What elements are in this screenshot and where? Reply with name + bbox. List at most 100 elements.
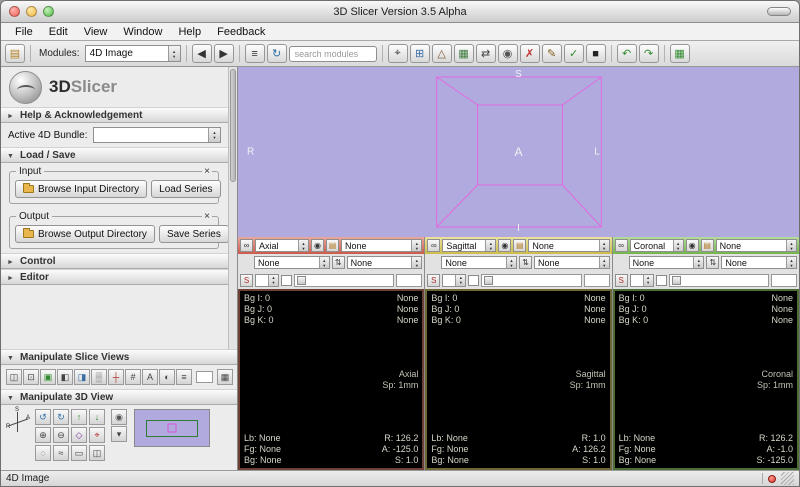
section-editor[interactable]: Editor (1, 269, 228, 285)
menu-feedback[interactable]: Feedback (209, 26, 273, 38)
label-visibility-button[interactable]: ▣ (40, 369, 56, 385)
annotations-button[interactable]: A (142, 369, 158, 385)
coronal-background-select[interactable]: None (629, 256, 705, 269)
spin-button[interactable]: ◌ (35, 445, 51, 461)
slice-label-icon[interactable]: S (427, 274, 440, 287)
sagittal-visible-checkbox[interactable] (468, 275, 479, 286)
module-search-input[interactable] (289, 46, 377, 62)
rotate-right-button[interactable]: ↻ (53, 409, 69, 425)
axial-mode-select[interactable] (255, 274, 279, 287)
view-axes-widget[interactable]: S R A (6, 409, 30, 435)
look-from-button[interactable]: ◇ (71, 427, 87, 443)
slice-visibility-icon[interactable]: ◉ (686, 239, 699, 252)
view3d-navigation-thumbnail[interactable] (134, 409, 210, 447)
stepper-icon[interactable] (268, 275, 278, 286)
slice-options-icon[interactable]: ▤ (326, 239, 339, 252)
active-bundle-combobox[interactable] (93, 127, 222, 143)
module-next-button[interactable]: ▶ (214, 44, 234, 63)
save-series-button[interactable]: Save Series (159, 225, 229, 243)
sagittal-offset-entry[interactable] (584, 274, 610, 287)
interpolation-button[interactable]: ▒ (91, 369, 107, 385)
slice-label-icon[interactable]: S (240, 274, 253, 287)
slice-options-icon[interactable]: ▤ (513, 239, 526, 252)
screenshot-3d-button[interactable]: ◉ (111, 409, 127, 425)
axial-foreground-select[interactable]: None (341, 239, 422, 252)
input-close-icon[interactable] (202, 167, 212, 177)
table-view-button[interactable]: ▦ (670, 44, 690, 63)
models-button[interactable]: △ (432, 44, 452, 63)
axial-offset-entry[interactable] (396, 274, 422, 287)
swap-layers-icon[interactable]: ⇅ (706, 256, 719, 269)
orthographic-button[interactable]: ▭ (71, 445, 87, 461)
crosshair-button[interactable]: ┼ (108, 369, 124, 385)
axial-label-select[interactable]: None (347, 256, 423, 269)
view-select-button[interactable]: ▾ (111, 426, 127, 442)
volumes-button[interactable]: ▦ (454, 44, 474, 63)
menu-file[interactable]: File (7, 26, 41, 38)
axial-visible-checkbox[interactable] (281, 275, 292, 286)
sagittal-background-select[interactable]: None (441, 256, 517, 269)
resize-grip[interactable] (781, 472, 794, 485)
load-scene-button[interactable]: ▤ (5, 44, 25, 63)
coronal-orientation-select[interactable]: Coronal (630, 239, 684, 252)
menu-help[interactable]: Help (170, 26, 209, 38)
slice-options-icon[interactable]: ▤ (701, 239, 714, 252)
slice-opacity-slider[interactable] (196, 371, 213, 383)
stepper-icon[interactable] (208, 128, 220, 142)
coronal-visible-checkbox[interactable] (656, 275, 667, 286)
link-slices-icon[interactable]: ∞ (240, 239, 253, 252)
feedback-indicator-icon[interactable] (768, 475, 776, 483)
menu-edit[interactable]: Edit (41, 26, 76, 38)
layout-button[interactable]: ⊞ (410, 44, 430, 63)
stereo-button[interactable]: ◫ (89, 445, 105, 461)
coronal-foreground-select[interactable]: None (716, 239, 797, 252)
sidebar-scrollbar-thumb[interactable] (230, 69, 236, 182)
stepper-icon[interactable] (693, 257, 703, 268)
stepper-icon[interactable] (485, 240, 495, 251)
slice-visibility-icon[interactable]: ◉ (311, 239, 324, 252)
browse-input-directory-button[interactable]: Browse Input Directory (15, 180, 147, 198)
rock-button[interactable]: ≈ (53, 445, 69, 461)
sagittal-mode-select[interactable] (442, 274, 466, 287)
fit-slices-button[interactable]: ⊡ (23, 369, 39, 385)
stepper-icon[interactable] (643, 275, 653, 286)
sagittal-orientation-select[interactable]: Sagittal (442, 239, 496, 252)
stepper-icon[interactable] (673, 240, 683, 251)
slice-label-icon[interactable]: S (615, 274, 628, 287)
fiducials-button[interactable]: ⌖ (388, 44, 408, 63)
browse-output-directory-button[interactable]: Browse Output Directory (15, 225, 155, 243)
sagittal-foreground-select[interactable]: None (528, 239, 609, 252)
stepper-icon[interactable] (319, 257, 329, 268)
stepper-icon[interactable] (411, 257, 421, 268)
menu-window[interactable]: Window (115, 26, 170, 38)
module-selector[interactable]: 4D Image (85, 45, 181, 62)
close-window-button[interactable] (9, 6, 20, 17)
screenshot-button[interactable]: ◉ (498, 44, 518, 63)
link-slices-button[interactable]: ◫ (6, 369, 22, 385)
zoom-window-button[interactable] (43, 6, 54, 17)
close-scene-button[interactable]: ✗ (520, 44, 540, 63)
viewer-button[interactable]: ■ (586, 44, 606, 63)
coronal-mode-select[interactable] (630, 274, 654, 287)
coronal-offset-slider[interactable] (669, 274, 769, 287)
stepper-icon[interactable] (411, 240, 421, 251)
zoom-in-button[interactable]: ⊕ (35, 427, 51, 443)
stepper-icon[interactable] (599, 257, 609, 268)
axial-orientation-select[interactable]: Axial (255, 239, 309, 252)
stepper-icon[interactable] (168, 46, 180, 61)
tilt-down-button[interactable]: ↓ (89, 409, 105, 425)
section-control[interactable]: Control (1, 253, 228, 269)
section-manipulate-3d-view[interactable]: Manipulate 3D View (1, 389, 237, 405)
coronal-viewport[interactable]: Bg I: 0 Bg J: 0 Bg K: 0 None None None C… (613, 289, 799, 470)
zoom-out-button[interactable]: ⊖ (53, 427, 69, 443)
link-slices-icon[interactable]: ∞ (427, 239, 440, 252)
section-manipulate-slice-views[interactable]: Manipulate Slice Views (1, 349, 237, 365)
minimize-window-button[interactable] (26, 6, 37, 17)
compositing-button[interactable]: ◐ (159, 369, 175, 385)
foreground-layer-button[interactable]: ◧ (57, 369, 73, 385)
coronal-offset-entry[interactable] (771, 274, 797, 287)
sagittal-label-select[interactable]: None (534, 256, 610, 269)
toolbar-toggle-button[interactable] (767, 7, 791, 16)
output-close-icon[interactable] (202, 212, 212, 222)
slider-thumb[interactable] (672, 276, 681, 285)
